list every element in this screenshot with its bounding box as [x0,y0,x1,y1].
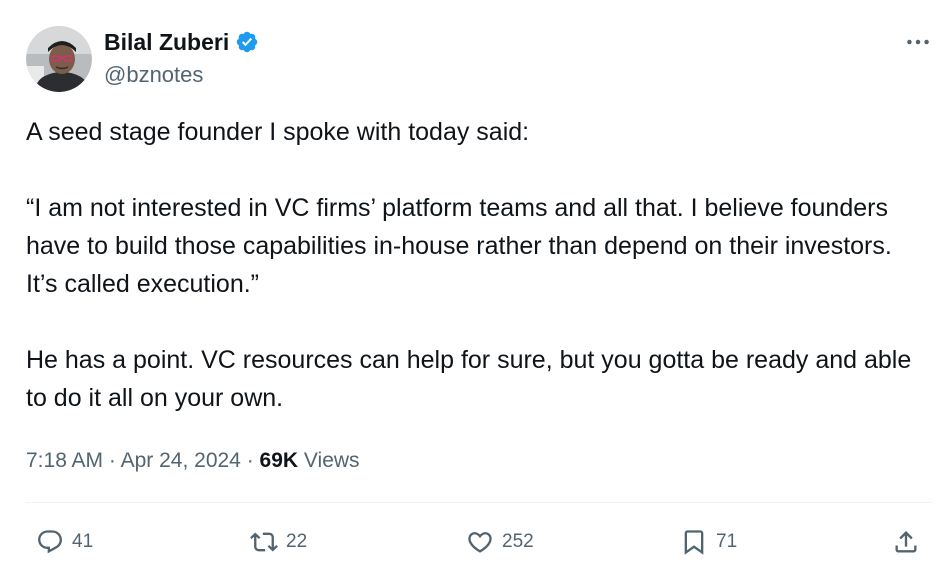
tweet-text: A seed stage founder I spoke with today … [26,113,926,417]
avatar-photo-icon [26,26,92,92]
verified-badge-icon[interactable] [235,30,259,54]
tweet-paragraph: A seed stage founder I spoke with today … [26,118,530,146]
action-bar: 41 22 252 71 [0,522,952,562]
more-options-icon[interactable] [904,30,932,54]
repost-count: 22 [286,531,308,552]
avatar[interactable] [26,26,92,92]
bookmark-count: 71 [716,531,738,552]
author-name-row[interactable]: Bilal Zuberi [104,28,259,56]
views-label: Views [303,449,360,472]
like-count: 252 [502,531,534,552]
reply-button[interactable]: 41 [36,522,93,562]
reply-icon [38,530,62,554]
repost-icon [250,532,278,552]
repost-button[interactable]: 22 [250,522,307,562]
author-display-name[interactable]: Bilal Zuberi [104,28,229,56]
bookmark-button[interactable]: 71 [680,522,737,562]
tweet-meta: 7:18 AM · Apr 24, 2024 · 69K Views [26,446,360,476]
meta-separator: · [246,449,254,472]
reply-count: 41 [72,531,94,552]
share-button[interactable] [892,522,920,562]
tweet-paragraph: “I am not interested in VC firms’ platfo… [26,194,892,298]
meta-separator: · [108,449,116,472]
tweet-card: Bilal Zuberi @bznotes A seed stage found… [0,0,952,572]
views-count: 69K [259,449,299,472]
tweet-paragraph: He has a point. VC resources can help fo… [26,346,912,412]
bookmark-icon [684,530,704,555]
tweet-date[interactable]: Apr 24, 2024 [121,449,241,472]
share-icon [895,531,917,553]
divider [26,502,932,503]
heart-icon [468,532,492,553]
author-handle[interactable]: @bznotes [104,61,203,89]
tweet-time[interactable]: 7:18 AM [26,449,103,472]
like-button[interactable]: 252 [466,522,534,562]
